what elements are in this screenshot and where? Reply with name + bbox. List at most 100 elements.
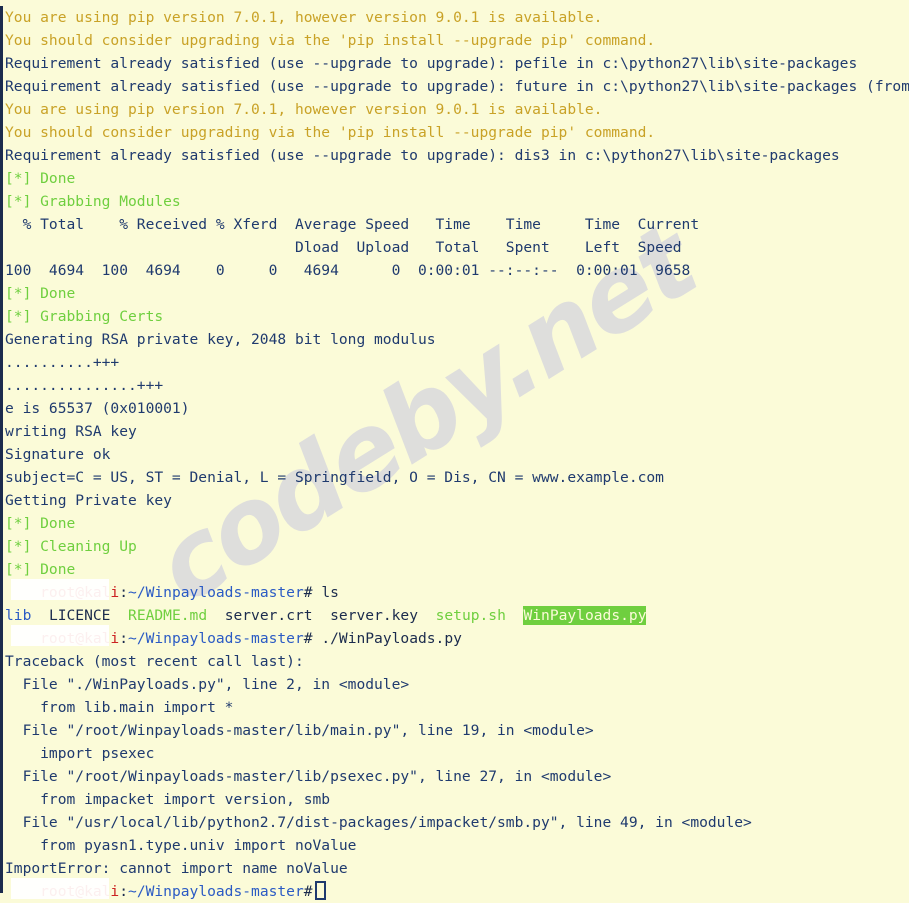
terminal-output-line: [*] Done xyxy=(5,282,909,305)
text-cursor xyxy=(314,881,326,900)
terminal-prompt-line[interactable]: root@kali:~/Winpayloads-master# xyxy=(5,878,909,903)
text-segment: : xyxy=(119,630,129,647)
text-segment: [*] Cleaning Up xyxy=(5,538,137,555)
terminal-output-line: [*] Cleaning Up xyxy=(5,535,909,558)
text-segment: README.md xyxy=(128,607,208,624)
text-segment: Generating RSA private key, 2048 bit lon… xyxy=(5,331,436,348)
text-segment: subject=C = US, ST = Denial, L = Springf… xyxy=(5,469,664,486)
terminal-output-line: Signature ok xyxy=(5,443,909,466)
text-segment: # ./WinPayloads.py xyxy=(303,630,462,647)
text-segment xyxy=(418,607,436,624)
text-segment xyxy=(506,607,524,624)
text-segment: server.key xyxy=(330,607,419,624)
terminal-output-line: Traceback (most recent call last): xyxy=(5,650,909,673)
text-segment: ...............+++ xyxy=(5,377,164,394)
terminal-output-line: File "/root/Winpayloads-master/lib/main.… xyxy=(5,719,909,742)
text-segment: You are using pip version 7.0.1, however… xyxy=(5,101,603,118)
terminal-output-line: Generating RSA private key, 2048 bit lon… xyxy=(5,328,909,351)
text-segment: File "./WinPayloads.py", line 2, in <mod… xyxy=(5,676,410,693)
terminal-output-line: Requirement already satisfied (use --upg… xyxy=(5,75,909,98)
terminal-output-line: from impacket import version, smb xyxy=(5,788,909,811)
terminal-output-line: File "./WinPayloads.py", line 2, in <mod… xyxy=(5,673,909,696)
text-segment: [*] Done xyxy=(5,285,76,302)
terminal-output-line: [*] Done xyxy=(5,512,909,535)
text-segment xyxy=(207,607,225,624)
text-segment xyxy=(31,607,49,624)
text-segment: You are using pip version 7.0.1, however… xyxy=(5,9,603,26)
terminal-output-line: writing RSA key xyxy=(5,420,909,443)
terminal-output-line: [*] Grabbing Certs xyxy=(5,305,909,328)
text-segment: from lib.main import * xyxy=(5,699,234,716)
text-segment xyxy=(110,607,128,624)
text-segment: [*] Grabbing Modules xyxy=(5,193,181,210)
terminal-prompt-line[interactable]: root@kali:~/Winpayloads-master# ./WinPay… xyxy=(5,625,909,650)
terminal-output-line: [*] Done xyxy=(5,167,909,190)
terminal-output-line: You should consider upgrading via the 'p… xyxy=(5,29,909,52)
text-segment: [*] Done xyxy=(5,561,76,578)
text-segment: ImportError: cannot import name noValue xyxy=(5,860,348,877)
terminal-output-line: [*] Done xyxy=(5,558,909,581)
text-segment: Traceback (most recent call last): xyxy=(5,653,304,670)
text-segment: Signature ok xyxy=(5,446,111,463)
terminal-left-edge xyxy=(0,6,3,893)
terminal-output-line: [*] Grabbing Modules xyxy=(5,190,909,213)
text-segment: ~/Winpayloads-master xyxy=(128,883,304,900)
text-segment: You should consider upgrading via the 'p… xyxy=(5,124,656,141)
terminal-output-line: Requirement already satisfied (use --upg… xyxy=(5,144,909,167)
terminal-output-line: You are using pip version 7.0.1, however… xyxy=(5,98,909,121)
redacted-username: root@kali xyxy=(5,625,119,650)
text-segment: : xyxy=(119,584,129,601)
text-segment: File "/usr/local/lib/python2.7/dist-pack… xyxy=(5,814,752,831)
terminal-output-line: from lib.main import * xyxy=(5,696,909,719)
terminal-output-line: % Total % Received % Xferd Average Speed… xyxy=(5,213,909,236)
text-segment: LICENCE xyxy=(48,607,111,624)
text-segment: from pyasn1.type.univ import noValue xyxy=(5,837,357,854)
text-segment: import psexec xyxy=(5,745,155,762)
terminal-output-line: e is 65537 (0x010001) xyxy=(5,397,909,420)
text-segment: File "/root/Winpayloads-master/lib/main.… xyxy=(5,722,594,739)
text-segment: lib xyxy=(5,607,32,624)
terminal-output-line: ...............+++ xyxy=(5,374,909,397)
terminal-output-line: ..........+++ xyxy=(5,351,909,374)
text-segment: from impacket import version, smb xyxy=(5,791,331,808)
terminal-output-line: File "/root/Winpayloads-master/lib/psexe… xyxy=(5,765,909,788)
text-segment: [*] Grabbing Certs xyxy=(5,308,164,325)
text-segment: Requirement already satisfied (use --upg… xyxy=(5,147,840,164)
text-segment: File "/root/Winpayloads-master/lib/psexe… xyxy=(5,768,612,785)
text-segment xyxy=(313,607,331,624)
terminal-output-line: Dload Upload Total Spent Left Speed xyxy=(5,236,909,259)
text-segment: writing RSA key xyxy=(5,423,137,440)
terminal-output-line: subject=C = US, ST = Denial, L = Springf… xyxy=(5,466,909,489)
text-segment: Dload Upload Total Spent Left Speed xyxy=(5,239,682,256)
text-segment: % Total % Received % Xferd Average Speed… xyxy=(5,216,700,233)
terminal-prompt-line[interactable]: root@kali:~/Winpayloads-master# ls xyxy=(5,579,909,604)
text-segment: server.crt xyxy=(224,607,313,624)
text-segment: # xyxy=(303,883,313,900)
terminal-output-line: 100 4694 100 4694 0 0 4694 0 0:00:01 --:… xyxy=(5,259,909,282)
highlighted-filename: WinPayloads.py xyxy=(523,606,647,625)
text-segment: ~/Winpayloads-master xyxy=(128,630,304,647)
text-segment: : xyxy=(119,883,129,900)
terminal-output-area[interactable]: You are using pip version 7.0.1, however… xyxy=(0,0,909,900)
redacted-username: root@kali xyxy=(5,579,119,604)
text-segment: setup.sh xyxy=(435,607,506,624)
text-segment: e is 65537 (0x010001) xyxy=(5,400,190,417)
terminal-output-line: Requirement already satisfied (use --upg… xyxy=(5,52,909,75)
text-segment: [*] Done xyxy=(5,170,76,187)
terminal-output-line: You are using pip version 7.0.1, however… xyxy=(5,6,909,29)
text-segment: Getting Private key xyxy=(5,492,172,509)
terminal-output-line: You should consider upgrading via the 'p… xyxy=(5,121,909,144)
terminal-output-line: from pyasn1.type.univ import noValue xyxy=(5,834,909,857)
terminal-output-line: lib LICENCE README.md server.crt server.… xyxy=(5,604,909,627)
redacted-username: root@kali xyxy=(5,878,119,903)
terminal-output-line: Getting Private key xyxy=(5,489,909,512)
text-segment: ..........+++ xyxy=(5,354,120,371)
text-segment: Requirement already satisfied (use --upg… xyxy=(5,55,858,72)
text-segment: Requirement already satisfied (use --upg… xyxy=(5,78,909,95)
text-segment: 100 4694 100 4694 0 0 4694 0 0:00:01 --:… xyxy=(5,262,691,279)
text-segment: ~/Winpayloads-master xyxy=(128,584,304,601)
terminal-output-line: File "/usr/local/lib/python2.7/dist-pack… xyxy=(5,811,909,834)
terminal-output-line: ImportError: cannot import name noValue xyxy=(5,857,909,880)
text-segment: You should consider upgrading via the 'p… xyxy=(5,32,656,49)
text-segment: # ls xyxy=(303,584,339,601)
